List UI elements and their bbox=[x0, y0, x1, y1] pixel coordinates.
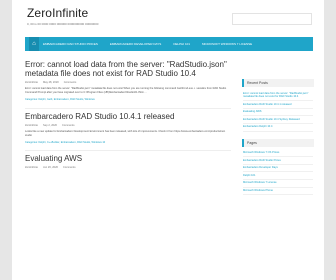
sidebar: Recent Posts Error: cannot load data fro… bbox=[242, 79, 314, 202]
nav-item-developer-days[interactable]: EMBARCADERO DEVELOPER DAYS bbox=[110, 42, 161, 46]
pages-widget: Pages Microsoft Windows 7 OS Prices Emba… bbox=[242, 138, 314, 199]
post-title[interactable]: Evaluating AWS bbox=[25, 154, 231, 163]
post-author[interactable]: ZeroInfinite bbox=[25, 81, 38, 84]
post-date: Jun 26, 2020 bbox=[42, 166, 58, 169]
post-comments-link[interactable]: Comments bbox=[62, 124, 75, 127]
recent-post-link[interactable]: Embarcadero Delphi 10.4 bbox=[243, 124, 313, 132]
post-date: May 28, 2020 bbox=[42, 81, 59, 84]
site-header: ZeroInfinite 0, 00 is 00 0000 0000 00000… bbox=[12, 0, 324, 37]
recent-posts-widget: Recent Posts Error: cannot load data fro… bbox=[242, 79, 314, 135]
page-link[interactable]: Microsoft Windows 7 OS Prices bbox=[243, 150, 313, 158]
search-input[interactable] bbox=[232, 13, 312, 25]
home-icon[interactable]: ⌂ bbox=[29, 37, 39, 51]
post-meta: ZeroInfinite Jun 26, 2020 Comments bbox=[25, 166, 231, 169]
nav-item-windows-7-license[interactable]: MICROSOFT WINDOWS 7 LICENSE bbox=[202, 42, 252, 46]
recent-post-link[interactable]: Embarcadero RAD Studio 10.4.1 released bbox=[243, 101, 313, 109]
post-title[interactable]: Embarcadero RAD Studio 10.4.1 released bbox=[25, 112, 231, 121]
recent-post-link[interactable]: Error: cannot load data from the server:… bbox=[243, 90, 313, 102]
post-comments-link[interactable]: Comments bbox=[64, 81, 77, 84]
widget-title: Recent Posts bbox=[242, 79, 314, 87]
recent-post-link[interactable]: Evaluating AWS bbox=[243, 109, 313, 117]
nav-item-rad-studio-prices[interactable]: EMBARCADERO RAD STUDIO PRICES bbox=[43, 42, 98, 46]
post-date: Sep 2, 2020 bbox=[42, 123, 57, 127]
post-categories[interactable]: Categories: Delphi, GetIt, Embarcadero, … bbox=[25, 98, 231, 102]
post-article: Embarcadero RAD Studio 10.4.1 released Z… bbox=[25, 109, 231, 151]
widget-title: Pages bbox=[242, 138, 314, 147]
site-tagline: 0, 00 is 00 0000 0000 000000 0000000000 … bbox=[27, 22, 99, 26]
page-link[interactable]: Microsoft Windows Phone bbox=[243, 188, 313, 196]
post-meta: ZeroInfinite May 28, 2020 Comments bbox=[25, 81, 231, 84]
post-categories[interactable]: Categories: Delphi, C++Builder, Embarcad… bbox=[25, 141, 231, 145]
post-author[interactable]: ZeroInfinite bbox=[25, 124, 38, 127]
post-meta: ZeroInfinite Sep 2, 2020 Comments bbox=[25, 124, 231, 127]
post-author[interactable]: ZeroInfinite bbox=[25, 166, 38, 169]
post-excerpt: Looks like a new update for Embarcadero … bbox=[25, 129, 226, 137]
main-content: Error: cannot load data from the server:… bbox=[25, 57, 231, 169]
post-title[interactable]: Error: cannot load data from the server:… bbox=[25, 60, 231, 78]
nav-item-delphi-101[interactable]: DELPHI 101 bbox=[173, 42, 190, 46]
site-title[interactable]: ZeroInfinite bbox=[27, 6, 88, 20]
post-article: Evaluating AWS ZeroInfinite Jun 26, 2020… bbox=[25, 151, 231, 169]
recent-post-link[interactable]: Embarcadero RAD Studio 10.4 Sydney Relea… bbox=[243, 116, 313, 124]
page-link[interactable]: Microsoft Windows 7 License bbox=[243, 180, 313, 188]
page-container: ZeroInfinite 0, 00 is 00 0000 0000 00000… bbox=[12, 0, 324, 280]
post-excerpt: Error: cannot load data from the server:… bbox=[25, 87, 227, 94]
page-link[interactable]: Embarcadero RAD Studio Prices bbox=[243, 157, 313, 165]
main-navigation: ⌂ EMBARCADERO RAD STUDIO PRICES EMBARCAD… bbox=[25, 37, 313, 51]
page-link[interactable]: Delphi 101 bbox=[243, 172, 313, 180]
post-comments-link[interactable]: Comments bbox=[63, 166, 76, 169]
page-link[interactable]: Embarcadero Developer Days bbox=[243, 165, 313, 173]
recent-posts-list: Error: cannot load data from the server:… bbox=[242, 87, 314, 135]
post-article: Error: cannot load data from the server:… bbox=[25, 57, 231, 109]
pages-list: Microsoft Windows 7 OS Prices Embarcader… bbox=[242, 147, 314, 199]
